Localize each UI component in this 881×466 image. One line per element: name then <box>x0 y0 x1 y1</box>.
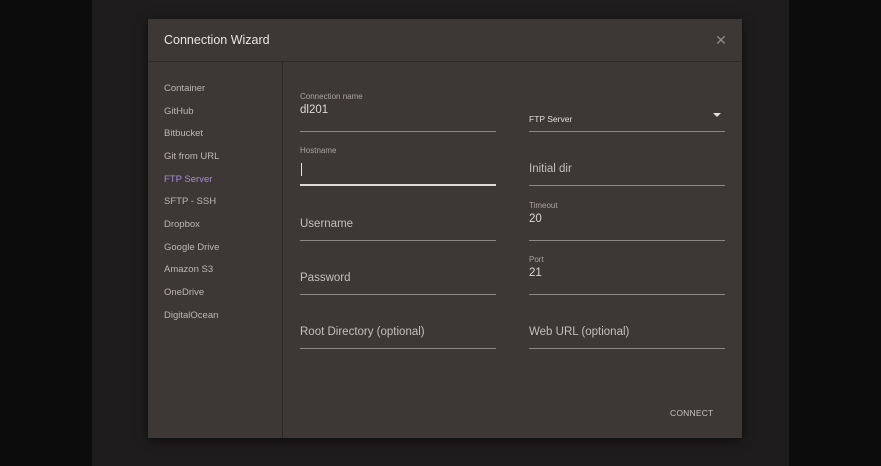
sidebar-item-git-from-url[interactable]: Git from URL <box>164 151 219 162</box>
web-url-underline <box>529 348 725 349</box>
root-directory-field[interactable]: Root Directory (optional) <box>300 309 496 349</box>
password-underline <box>300 294 496 295</box>
sidebar-item-dropbox[interactable]: Dropbox <box>164 219 200 230</box>
password-field[interactable]: Password <box>300 255 496 295</box>
username-field[interactable]: Username <box>300 201 496 241</box>
server-type-select[interactable]: FTP Server <box>529 92 725 132</box>
web-url-field[interactable]: Web URL (optional) <box>529 309 725 349</box>
sidebar-item-amazon-s3[interactable]: Amazon S3 <box>164 264 213 275</box>
root-directory-underline <box>300 348 496 349</box>
hostname-underline <box>300 184 496 186</box>
port-underline <box>529 294 725 295</box>
sidebar-item-onedrive[interactable]: OneDrive <box>164 287 204 298</box>
connection-type-sidebar: Container GitHub Bitbucket Git from URL … <box>148 62 283 438</box>
username-placeholder: Username <box>300 218 354 230</box>
close-icon[interactable]: ✕ <box>712 31 730 49</box>
port-label: Port <box>529 255 544 264</box>
timeout-underline <box>529 240 725 241</box>
timeout-value: 20 <box>529 213 542 225</box>
timeout-label: Timeout <box>529 201 558 210</box>
text-cursor <box>301 163 302 176</box>
initial-dir-placeholder: Initial dir <box>529 163 572 175</box>
username-underline <box>300 240 496 241</box>
initial-dir-field[interactable]: Initial dir <box>529 146 725 186</box>
connection-name-field[interactable]: Connection name dl201 <box>300 92 496 132</box>
timeout-field[interactable]: Timeout 20 <box>529 201 725 241</box>
web-url-placeholder: Web URL (optional) <box>529 326 630 338</box>
port-field[interactable]: Port 21 <box>529 255 725 295</box>
chevron-down-icon[interactable] <box>713 113 721 117</box>
sidebar-item-github[interactable]: GitHub <box>164 106 194 117</box>
server-type-underline <box>529 131 725 132</box>
sidebar-item-ftp-server[interactable]: FTP Server <box>164 174 212 185</box>
port-value: 21 <box>529 267 542 279</box>
connect-button[interactable]: CONNECT <box>670 408 713 418</box>
initial-dir-underline <box>529 185 725 186</box>
connection-name-value: dl201 <box>300 104 329 116</box>
sidebar-item-sftp-ssh[interactable]: SFTP - SSH <box>164 196 216 207</box>
password-placeholder: Password <box>300 272 351 284</box>
connection-name-label: Connection name <box>300 92 363 101</box>
sidebar-item-google-drive[interactable]: Google Drive <box>164 242 219 253</box>
hostname-field[interactable]: Hostname <box>300 146 496 186</box>
dialog-header: Connection Wizard ✕ <box>148 19 742 62</box>
sidebar-item-bitbucket[interactable]: Bitbucket <box>164 128 203 139</box>
hostname-label: Hostname <box>300 146 337 155</box>
sidebar-item-digitalocean[interactable]: DigitalOcean <box>164 310 218 321</box>
connection-name-underline <box>300 131 496 132</box>
server-type-value: FTP Server <box>529 114 573 124</box>
sidebar-item-container[interactable]: Container <box>164 83 205 94</box>
connection-wizard-dialog: Connection Wizard ✕ Container GitHub Bit… <box>148 19 742 438</box>
dialog-title: Connection Wizard <box>164 33 270 47</box>
root-directory-placeholder: Root Directory (optional) <box>300 326 425 338</box>
